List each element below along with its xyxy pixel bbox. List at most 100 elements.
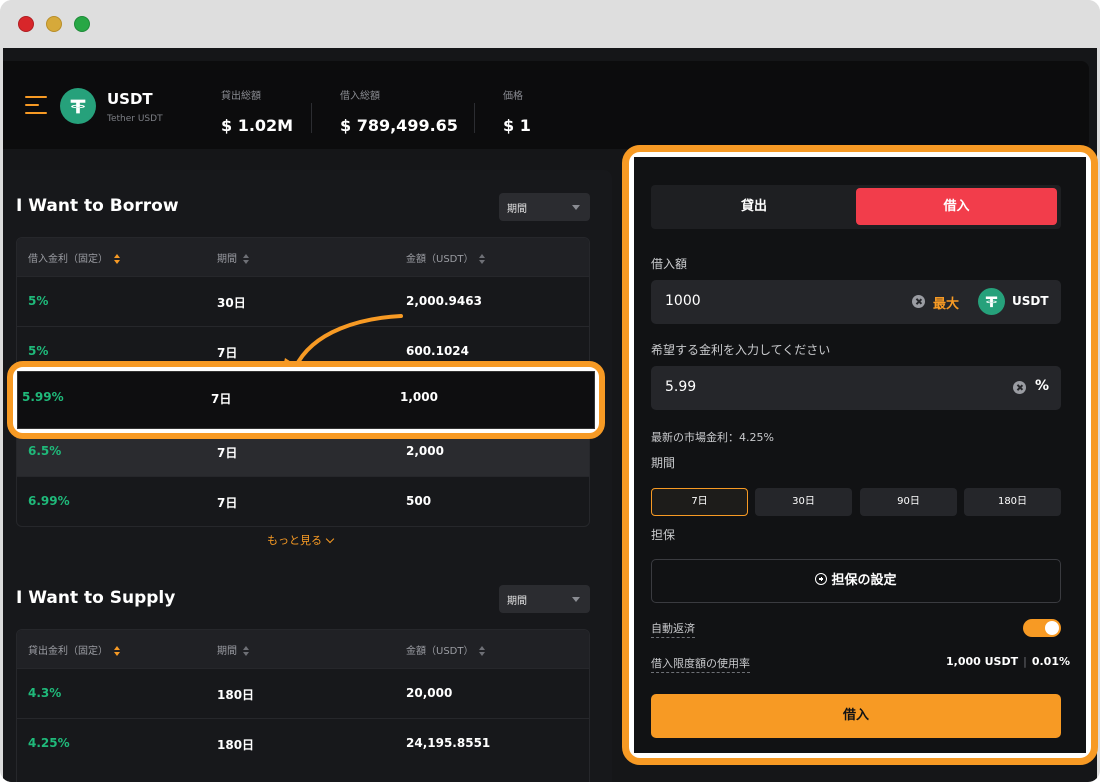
rate-value: 5.99 [665,379,697,395]
sort-icon [479,254,486,264]
clear-icon[interactable] [1013,381,1026,394]
percent-unit: % [1035,378,1050,394]
tether-logo-icon [978,288,1005,315]
auto-repay-label: 自動返済 [651,620,695,638]
tether-logo-icon [60,88,96,124]
table-row[interactable]: 4.3% 180日 20,000 [17,668,589,718]
max-button[interactable]: 最大 [933,293,959,312]
sort-icon [243,254,250,264]
row-rate: 5% [28,344,49,358]
browser-window: USDT Tether USDT 貸出総額 $ 1.02M 借入総額 $ 789… [0,0,1100,782]
total-supply-value: $ 1.02M [221,116,294,135]
column-header-rate[interactable]: 借入金利（固定） [28,250,121,265]
period-option-7d[interactable]: 7日 [651,488,748,516]
row-period: 7日 [217,346,238,360]
plus-circle-icon [815,573,828,585]
total-borrow-label: 借入総額 [340,91,380,102]
set-collateral-button[interactable]: 担保の設定 [651,559,1061,603]
usage-rate-label: 借入限度額の使用率 [651,655,750,673]
sort-icon [479,646,486,656]
row-period: 7日 [217,496,238,510]
collateral-label: 担保 [651,528,676,542]
total-borrow-value: $ 789,499.65 [340,116,458,135]
row-period: 180日 [217,738,255,752]
price-label: 価格 [503,91,523,102]
row-rate: 6.5% [28,444,62,458]
token-label: USDT [1012,294,1049,308]
row-rate: 5.99% [22,390,64,404]
sort-icon [114,646,121,656]
coin-symbol: USDT [107,90,153,108]
minimize-window-button[interactable] [46,16,62,32]
coin-subtitle: Tether USDT [107,114,163,124]
row-amount: 24,195.8551 [406,736,491,750]
caret-down-icon [572,597,580,602]
order-type-tabs: 貸出 借入 [651,185,1061,229]
row-amount: 500 [406,494,432,508]
borrow-period-select[interactable]: 期間 [499,193,590,221]
row-period: 7日 [217,446,238,460]
auto-repay-toggle[interactable] [1023,619,1061,637]
supply-period-select-label: 期間 [507,596,527,607]
close-window-button[interactable] [18,16,34,32]
row-period: 30日 [217,296,246,310]
total-supply-label: 貸出総額 [221,91,261,102]
toggle-knob [1045,621,1059,635]
column-header-amount[interactable]: 金額（USDT） [406,642,486,657]
rate-label: 希望する金利を入力してください [651,343,831,357]
supply-period-select[interactable]: 期間 [499,585,590,613]
supply-section-title: I Want to Supply [16,588,176,608]
table-header: 貸出金利（固定） 期間 金額（USDT） [17,630,589,668]
row-amount: 2,000 [406,444,444,458]
column-header-period[interactable]: 期間 [217,642,250,657]
row-period: 180日 [217,688,255,702]
borrow-section-title: I Want to Borrow [16,196,179,216]
table-row[interactable]: 4.25% 180日 24,195.8551 [17,718,589,768]
order-form-panel: 貸出 借入 借入額 1000 最大 USDT 希望する金利を入力してください 5… [634,157,1086,753]
column-header-period[interactable]: 期間 [217,250,250,265]
caret-down-icon [572,205,580,210]
chevron-down-icon [325,534,335,544]
supply-table: 貸出金利（固定） 期間 金額（USDT） 4.3% 180日 20,000 4.… [16,629,590,782]
amount-input[interactable]: 1000 最大 USDT [651,280,1061,324]
period-label: 期間 [651,456,676,470]
tab-borrow[interactable]: 借入 [856,188,1057,225]
tab-lend[interactable]: 貸出 [655,188,853,225]
menu-icon[interactable] [25,96,47,114]
sort-icon [114,254,121,264]
rate-input[interactable]: 5.99 % [651,366,1061,410]
order-book-panel: I Want to Borrow 期間 借入金利（固定） 期間 金額（USDT）… [3,170,612,782]
row-rate: 6.99% [28,494,70,508]
table-header: 借入金利（固定） 期間 金額（USDT） [17,238,589,276]
period-option-90d[interactable]: 90日 [860,488,957,516]
row-amount: 1,000 [400,390,438,404]
period-option-180d[interactable]: 180日 [964,488,1061,516]
row-rate: 4.25% [28,736,70,750]
amount-value: 1000 [665,293,701,309]
price-value: $ 1 [503,116,531,135]
row-rate: 5% [28,294,49,308]
market-rate-text: 最新の市場金利：4.25% [651,431,774,444]
sort-icon [243,646,250,656]
market-header: USDT Tether USDT 貸出総額 $ 1.02M 借入総額 $ 789… [3,61,1089,149]
row-rate: 4.3% [28,686,62,700]
window-titlebar [0,0,1100,48]
usage-rate-value: 1,000 USDT | 0.01% [945,655,1070,668]
period-option-30d[interactable]: 30日 [755,488,852,516]
amount-label: 借入額 [651,257,688,271]
column-header-rate[interactable]: 貸出金利（固定） [28,642,121,657]
header-divider [474,103,475,133]
row-amount: 600.1024 [406,344,470,358]
maximize-window-button[interactable] [74,16,90,32]
clear-icon[interactable] [912,295,925,308]
borrow-period-select-label: 期間 [507,204,527,215]
borrow-submit-button[interactable]: 借入 [651,694,1061,738]
column-header-amount[interactable]: 金額（USDT） [406,250,486,265]
highlighted-order-row[interactable]: 5.99% 7日 1,000 [7,361,605,439]
table-row[interactable]: 6.99% 7日 500 [17,476,589,526]
row-period: 7日 [211,392,232,406]
order-form-callout: 貸出 借入 借入額 1000 最大 USDT 希望する金利を入力してください 5… [622,145,1098,765]
row-amount: 20,000 [406,686,453,700]
selected-table-row[interactable]: 5.99% 7日 1,000 [17,371,595,429]
show-more-link[interactable]: もっと見る [267,532,335,548]
